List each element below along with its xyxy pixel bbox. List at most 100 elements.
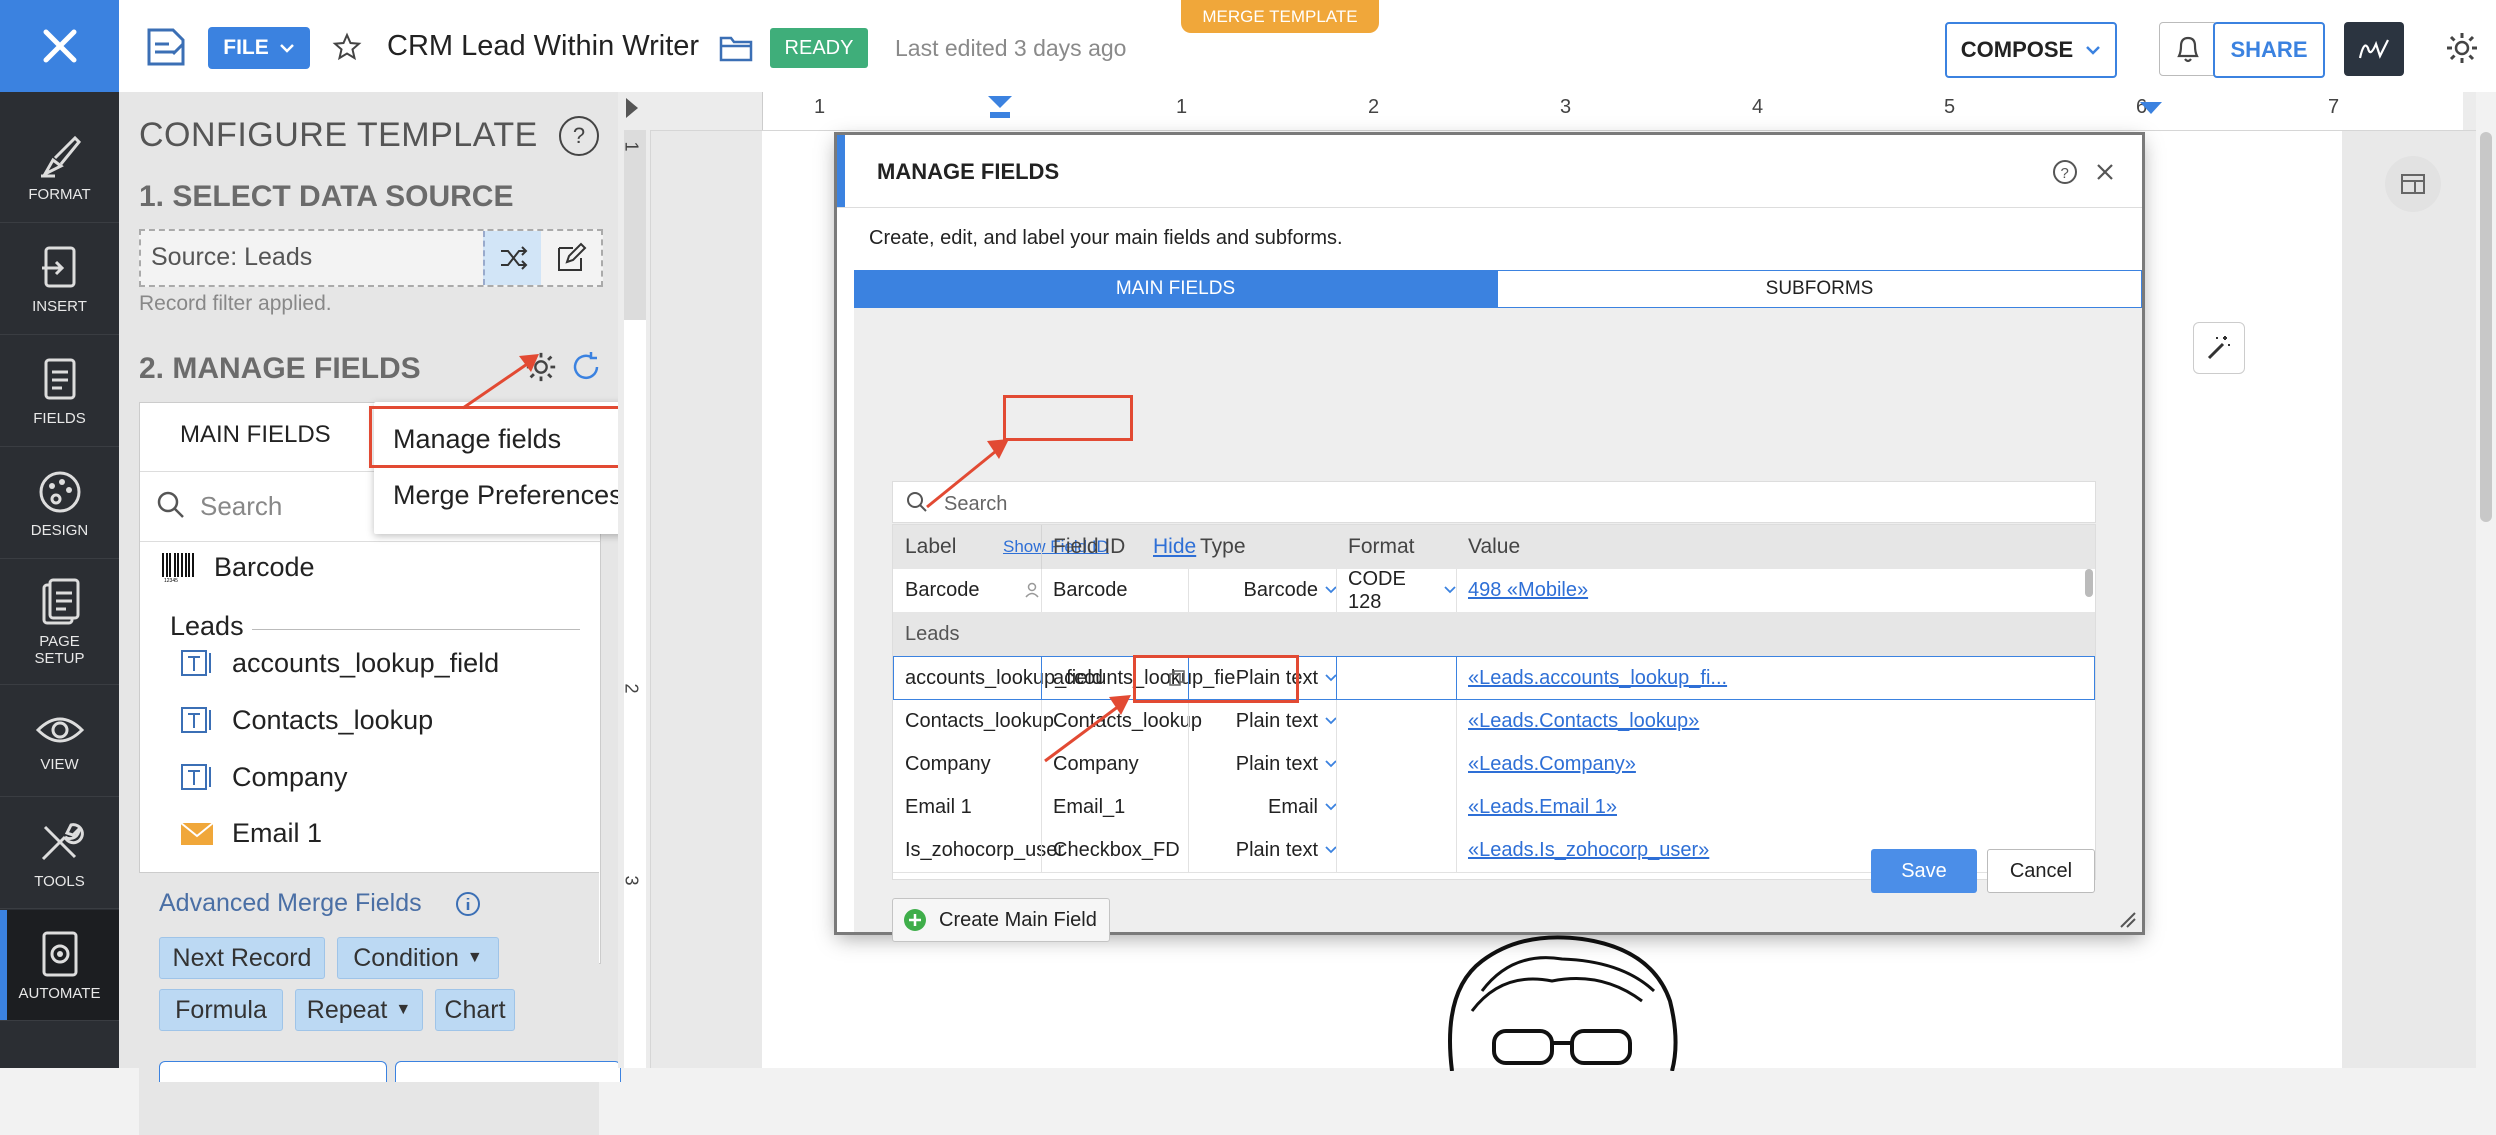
cell-value[interactable]: «Leads.accounts_lookup_fi... [1468,657,1727,700]
menu-item-merge-preferences[interactable]: Merge Preferences [393,480,623,511]
rail-automate[interactable]: AUTOMATE [0,910,119,1021]
shuffle-button[interactable] [483,231,541,285]
rail-format[interactable]: FORMAT [0,112,119,223]
divider [140,541,600,542]
edit-source-button[interactable] [541,231,599,285]
notifications-button[interactable] [2159,22,2217,76]
list-item[interactable]: Company [180,761,348,793]
eye-icon [35,717,84,742]
resize-handle-icon[interactable] [2117,909,2137,929]
rail-page-setup[interactable]: PAGE SETUP [0,560,119,685]
document-icon[interactable] [143,24,189,70]
annotation-arrow [462,354,539,410]
next-record-tag[interactable]: Next Record [159,937,325,979]
file-menu-button[interactable]: FILE [208,27,310,69]
rail-fields[interactable]: FIELDS [0,336,119,447]
top-bar: FILE CRM Lead Within Writer READY Last e… [119,0,2496,93]
cell-value[interactable]: 498 «Mobile» [1468,569,1588,612]
chevron-down-icon [2086,46,2101,55]
folder-icon[interactable] [719,34,753,62]
list-item[interactable]: Email 1 [180,818,322,849]
rail-design[interactable]: DESIGN [0,448,119,559]
refresh-icon[interactable] [569,350,603,384]
field-label: Barcode [214,551,315,582]
col-divider [1188,569,1189,612]
signature-icon [2358,39,2389,59]
list-item[interactable]: accounts_lookup_field [180,647,499,679]
tab-subforms[interactable]: SUBFORMS [1497,270,2142,308]
ruler-number: 5 [1944,96,1956,118]
cancel-button[interactable]: Cancel [1987,849,2095,893]
magic-wand-button[interactable] [2193,322,2245,374]
cell-value[interactable]: «Leads.Company» [1468,743,1636,786]
formula-tag[interactable]: Formula [159,989,283,1031]
close-icon[interactable] [0,0,119,92]
cell-format[interactable]: CODE 128 [1348,568,1441,613]
rail-insert[interactable]: INSERT [0,224,119,335]
rail-tools[interactable]: TOOLS [0,798,119,909]
cell-type[interactable]: Barcode [1200,569,1319,612]
group-label: Leads [170,611,244,641]
layout-toggle-button[interactable] [2385,156,2441,212]
cell-type[interactable]: Plain text [1200,743,1318,786]
cell-type[interactable]: Plain text [1200,700,1318,743]
col-divider [1336,700,1337,743]
rail-view[interactable]: VIEW [0,686,119,797]
right-indent-marker-icon[interactable] [2138,100,2164,118]
list-item[interactable]: 12345 Barcode [160,551,315,583]
dialog-subtitle: Create, edit, and label your main fields… [869,227,1343,249]
tab-main-fields[interactable]: MAIN FIELDS [854,270,1497,308]
help-icon[interactable]: ? [2052,159,2078,185]
info-icon[interactable] [455,891,481,917]
cell-type[interactable]: Email [1200,786,1318,829]
star-icon[interactable] [332,32,362,62]
configure-template-panel: CONFIGURE TEMPLATE ? 1. SELECT DATA SOUR… [119,92,709,1135]
cell-value[interactable]: «Leads.Email 1» [1468,786,1617,829]
signature-button[interactable] [2344,22,2404,76]
compose-label: COMPOSE [1960,37,2074,62]
repeat-tag[interactable]: Repeat ▼ [295,989,423,1031]
col-divider [1456,786,1457,829]
gear-icon[interactable] [2444,30,2480,66]
help-icon[interactable]: ? [559,116,599,156]
tab-main-fields[interactable]: MAIN FIELDS [180,421,331,449]
svg-text:?: ? [2061,165,2069,182]
table-row[interactable]: Email 1 Email_1 Email «Leads.Email 1» [893,786,2095,830]
magic-wand-icon [2207,336,2230,360]
table-row[interactable]: Barcode Barcode Barcode CODE 128 498 «Mo… [893,568,2095,613]
caret-down-icon: ▼ [466,949,483,966]
cell-value[interactable]: «Leads.Contacts_lookup» [1468,700,1699,743]
condition-tag[interactable]: Condition ▼ [337,937,499,979]
save-button[interactable]: Save [1871,849,1977,893]
cell-value[interactable]: «Leads.Is_zohocorp_user» [1468,829,1709,872]
indent-marker-icon[interactable] [986,94,1014,120]
table-scrollbar-thumb[interactable] [2085,569,2093,597]
document-title[interactable]: CRM Lead Within Writer [387,30,699,63]
bottom-button[interactable] [395,1061,621,1082]
scrollbar-thumb[interactable] [2480,132,2492,522]
search-input[interactable]: Search [200,491,282,522]
cell-field-id[interactable]: Checkbox_FD [1053,829,1180,872]
ruler-margin [624,130,646,320]
horizontal-ruler: 1 1 2 3 4 5 6 7 [618,92,2496,131]
close-icon[interactable] [2095,162,2115,182]
cell-type[interactable]: Plain text [1200,829,1318,872]
cell-field-id[interactable]: Email_1 [1053,786,1125,829]
chart-tag[interactable]: Chart [435,989,515,1031]
fields-search-input[interactable] [892,481,2096,523]
chevron-down-icon[interactable] [1444,586,1456,594]
col-divider [1188,743,1189,786]
tag-label: Repeat [306,995,388,1024]
list-item[interactable]: Contacts_lookup [180,704,433,736]
field-label: Contacts_lookup [232,704,434,735]
create-main-field-button[interactable]: Create Main Field [892,898,1110,942]
share-button[interactable]: SHARE [2213,22,2325,78]
merge-template-tab[interactable]: MERGE TEMPLATE [1181,0,1379,33]
hide-field-id-link[interactable]: Hide [1153,525,1196,569]
source-label[interactable]: Source: Leads [151,243,312,272]
ruler-number: 1 [1176,96,1188,118]
compose-button[interactable]: COMPOSE [1945,22,2117,78]
bottom-button[interactable] [159,1061,387,1082]
ruler-toggle-icon[interactable] [626,98,638,118]
vertical-scrollbar[interactable] [2476,92,2496,1068]
